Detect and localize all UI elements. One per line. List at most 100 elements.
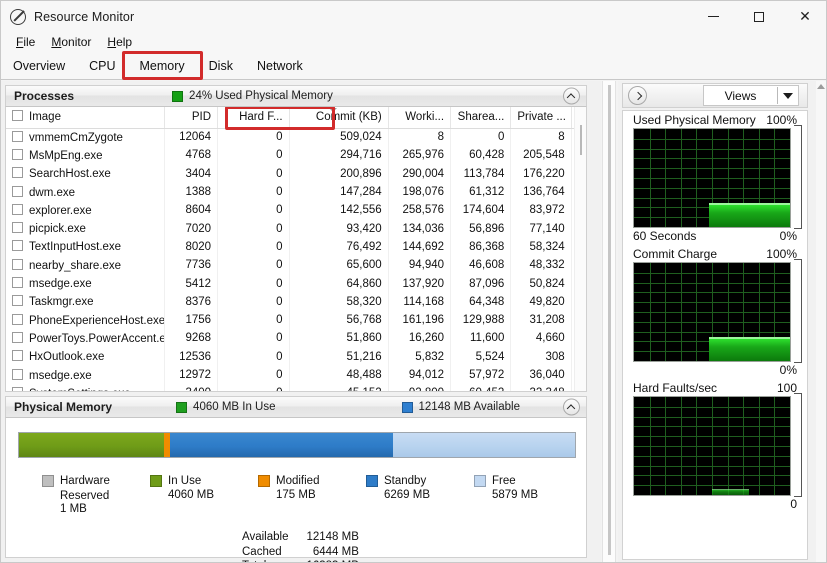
cell-shareable: 61,312	[451, 183, 511, 201]
cell-image-label: nearby_share.exe	[29, 260, 121, 272]
memory-bar-segment-modified	[164, 433, 171, 457]
legend-label: Standby	[384, 474, 430, 489]
tab-memory[interactable]: Memory	[128, 56, 197, 79]
window-scrollbar-thumb[interactable]	[608, 85, 611, 555]
physical-memory-header[interactable]: Physical Memory 4060 MB In Use 12148 MB …	[5, 396, 587, 418]
memory-bar-segment-in-use	[19, 433, 164, 457]
processes-memory-status: 24% Used Physical Memory	[172, 90, 333, 102]
row-checkbox[interactable]	[12, 186, 23, 197]
table-row[interactable]: HxOutlook.exe12536051,2165,8325,524308	[6, 348, 586, 366]
cell-commit: 64,860	[289, 274, 388, 292]
cell-commit: 294,716	[289, 146, 388, 164]
table-row[interactable]: vmmemCmZygote120640509,024808	[6, 128, 586, 146]
table-row[interactable]: nearby_share.exe7736065,60094,94046,6084…	[6, 256, 586, 274]
table-row[interactable]: SearchHost.exe34040200,896290,004113,784…	[6, 165, 586, 183]
cell-commit: 51,216	[289, 348, 388, 366]
window-vertical-scrollbar[interactable]	[602, 81, 616, 563]
outer-scrollbar[interactable]	[816, 81, 826, 563]
in-use-swatch	[176, 402, 187, 413]
graph-title: Commit Charge	[633, 247, 766, 261]
cell-shareable: 129,988	[451, 311, 511, 329]
row-checkbox[interactable]	[12, 222, 23, 233]
row-checkbox[interactable]	[12, 277, 23, 288]
column-header-pid[interactable]: PID	[164, 107, 217, 128]
row-checkbox[interactable]	[12, 314, 23, 325]
table-row[interactable]: Taskmgr.exe8376058,320114,16864,34849,82…	[6, 293, 586, 311]
tab-network[interactable]: Network	[245, 56, 315, 79]
minimize-button[interactable]	[690, 1, 736, 32]
menu-file[interactable]: File	[9, 34, 42, 50]
menu-help[interactable]: Help	[100, 34, 139, 50]
row-checkbox[interactable]	[12, 332, 23, 343]
table-row[interactable]: explorer.exe86040142,556258,576174,60483…	[6, 201, 586, 219]
legend-value: 1 MB	[60, 503, 110, 515]
grid-line-horizontal	[634, 178, 790, 179]
column-header-image-label: Image	[29, 111, 61, 123]
cell-private: 32,348	[511, 384, 571, 392]
cell-working-set: 92,800	[388, 384, 450, 392]
table-row[interactable]: picpick.exe7020093,420134,03656,89677,14…	[6, 219, 586, 237]
column-header-image[interactable]: Image	[6, 107, 164, 128]
table-row[interactable]: msedge.exe5412064,860137,92087,09650,824	[6, 274, 586, 292]
cell-commit: 45,152	[289, 384, 388, 392]
expand-panel-button[interactable]	[628, 86, 647, 105]
caret-down-icon	[783, 93, 793, 99]
graph-header: Hard Faults/sec100	[623, 379, 807, 396]
cell-shareable: 174,604	[451, 201, 511, 219]
tab-disk[interactable]: Disk	[197, 56, 245, 79]
processes-table-container[interactable]: Image PID Hard F... Commit (KB) Worki...…	[5, 107, 587, 392]
cell-image: SearchHost.exe	[6, 165, 164, 183]
table-row[interactable]: MsMpEng.exe47680294,716265,97660,428205,…	[6, 146, 586, 164]
row-checkbox[interactable]	[12, 149, 23, 160]
cell-hard-faults: 0	[218, 256, 290, 274]
close-button[interactable]: ✕	[782, 1, 827, 32]
table-row[interactable]: msedge.exe12972048,48894,01257,97236,040	[6, 366, 586, 384]
views-caret[interactable]	[778, 93, 798, 99]
processes-scrollbar-thumb[interactable]	[580, 125, 582, 155]
row-checkbox[interactable]	[12, 259, 23, 270]
cell-image: Taskmgr.exe	[6, 293, 164, 311]
menu-monitor[interactable]: Monitor	[44, 34, 98, 50]
cell-shareable: 86,368	[451, 238, 511, 256]
processes-header[interactable]: Processes 24% Used Physical Memory	[5, 85, 587, 107]
row-checkbox[interactable]	[12, 240, 23, 251]
row-checkbox[interactable]	[12, 204, 23, 215]
select-all-checkbox[interactable]	[12, 110, 23, 121]
table-row[interactable]: SystemSettings.exe3400045,15292,80060,45…	[6, 384, 586, 392]
row-checkbox[interactable]	[12, 131, 23, 142]
cell-working-set: 290,004	[388, 165, 450, 183]
cell-image: HxOutlook.exe	[6, 348, 164, 366]
row-checkbox[interactable]	[12, 350, 23, 361]
processes-scrollbar[interactable]	[574, 107, 586, 391]
totals-value: 6444 MB	[306, 545, 358, 560]
table-row[interactable]: PowerToys.PowerAccent.exe9268051,86016,2…	[6, 329, 586, 347]
column-header-commit[interactable]: Commit (KB)	[289, 107, 388, 128]
processes-collapse-button[interactable]	[563, 88, 580, 105]
maximize-button[interactable]	[736, 1, 782, 32]
tab-overview[interactable]: Overview	[1, 56, 77, 79]
row-checkbox[interactable]	[12, 167, 23, 178]
column-header-working-set[interactable]: Worki...	[388, 107, 450, 128]
table-row[interactable]: TextInputHost.exe8020076,492144,69286,36…	[6, 238, 586, 256]
column-header-hard-faults[interactable]: Hard F...	[218, 107, 290, 128]
grid-line-horizontal	[634, 485, 790, 486]
available-swatch	[402, 402, 413, 413]
column-header-shareable[interactable]: Sharea...	[451, 107, 511, 128]
views-dropdown[interactable]: Views	[703, 85, 799, 106]
row-checkbox[interactable]	[12, 369, 23, 380]
menu-bar: File Monitor Help	[1, 32, 827, 52]
column-header-private[interactable]: Private ...	[511, 107, 571, 128]
graph-foot-right: 0	[790, 497, 797, 511]
table-row[interactable]: PhoneExperienceHost.exe1756056,768161,19…	[6, 311, 586, 329]
memory-bar-segment-standby	[170, 433, 392, 457]
row-checkbox[interactable]	[12, 295, 23, 306]
physical-memory-collapse-button[interactable]	[563, 399, 580, 416]
scroll-up-arrow-icon[interactable]	[817, 84, 825, 89]
tab-cpu[interactable]: CPU	[77, 56, 127, 79]
cell-pid: 1388	[164, 183, 217, 201]
grid-line-vertical	[759, 397, 760, 495]
legend-label: Free	[492, 474, 538, 489]
row-checkbox[interactable]	[12, 387, 23, 392]
cell-image-label: explorer.exe	[29, 205, 92, 217]
table-row[interactable]: dwm.exe13880147,284198,07661,312136,764	[6, 183, 586, 201]
